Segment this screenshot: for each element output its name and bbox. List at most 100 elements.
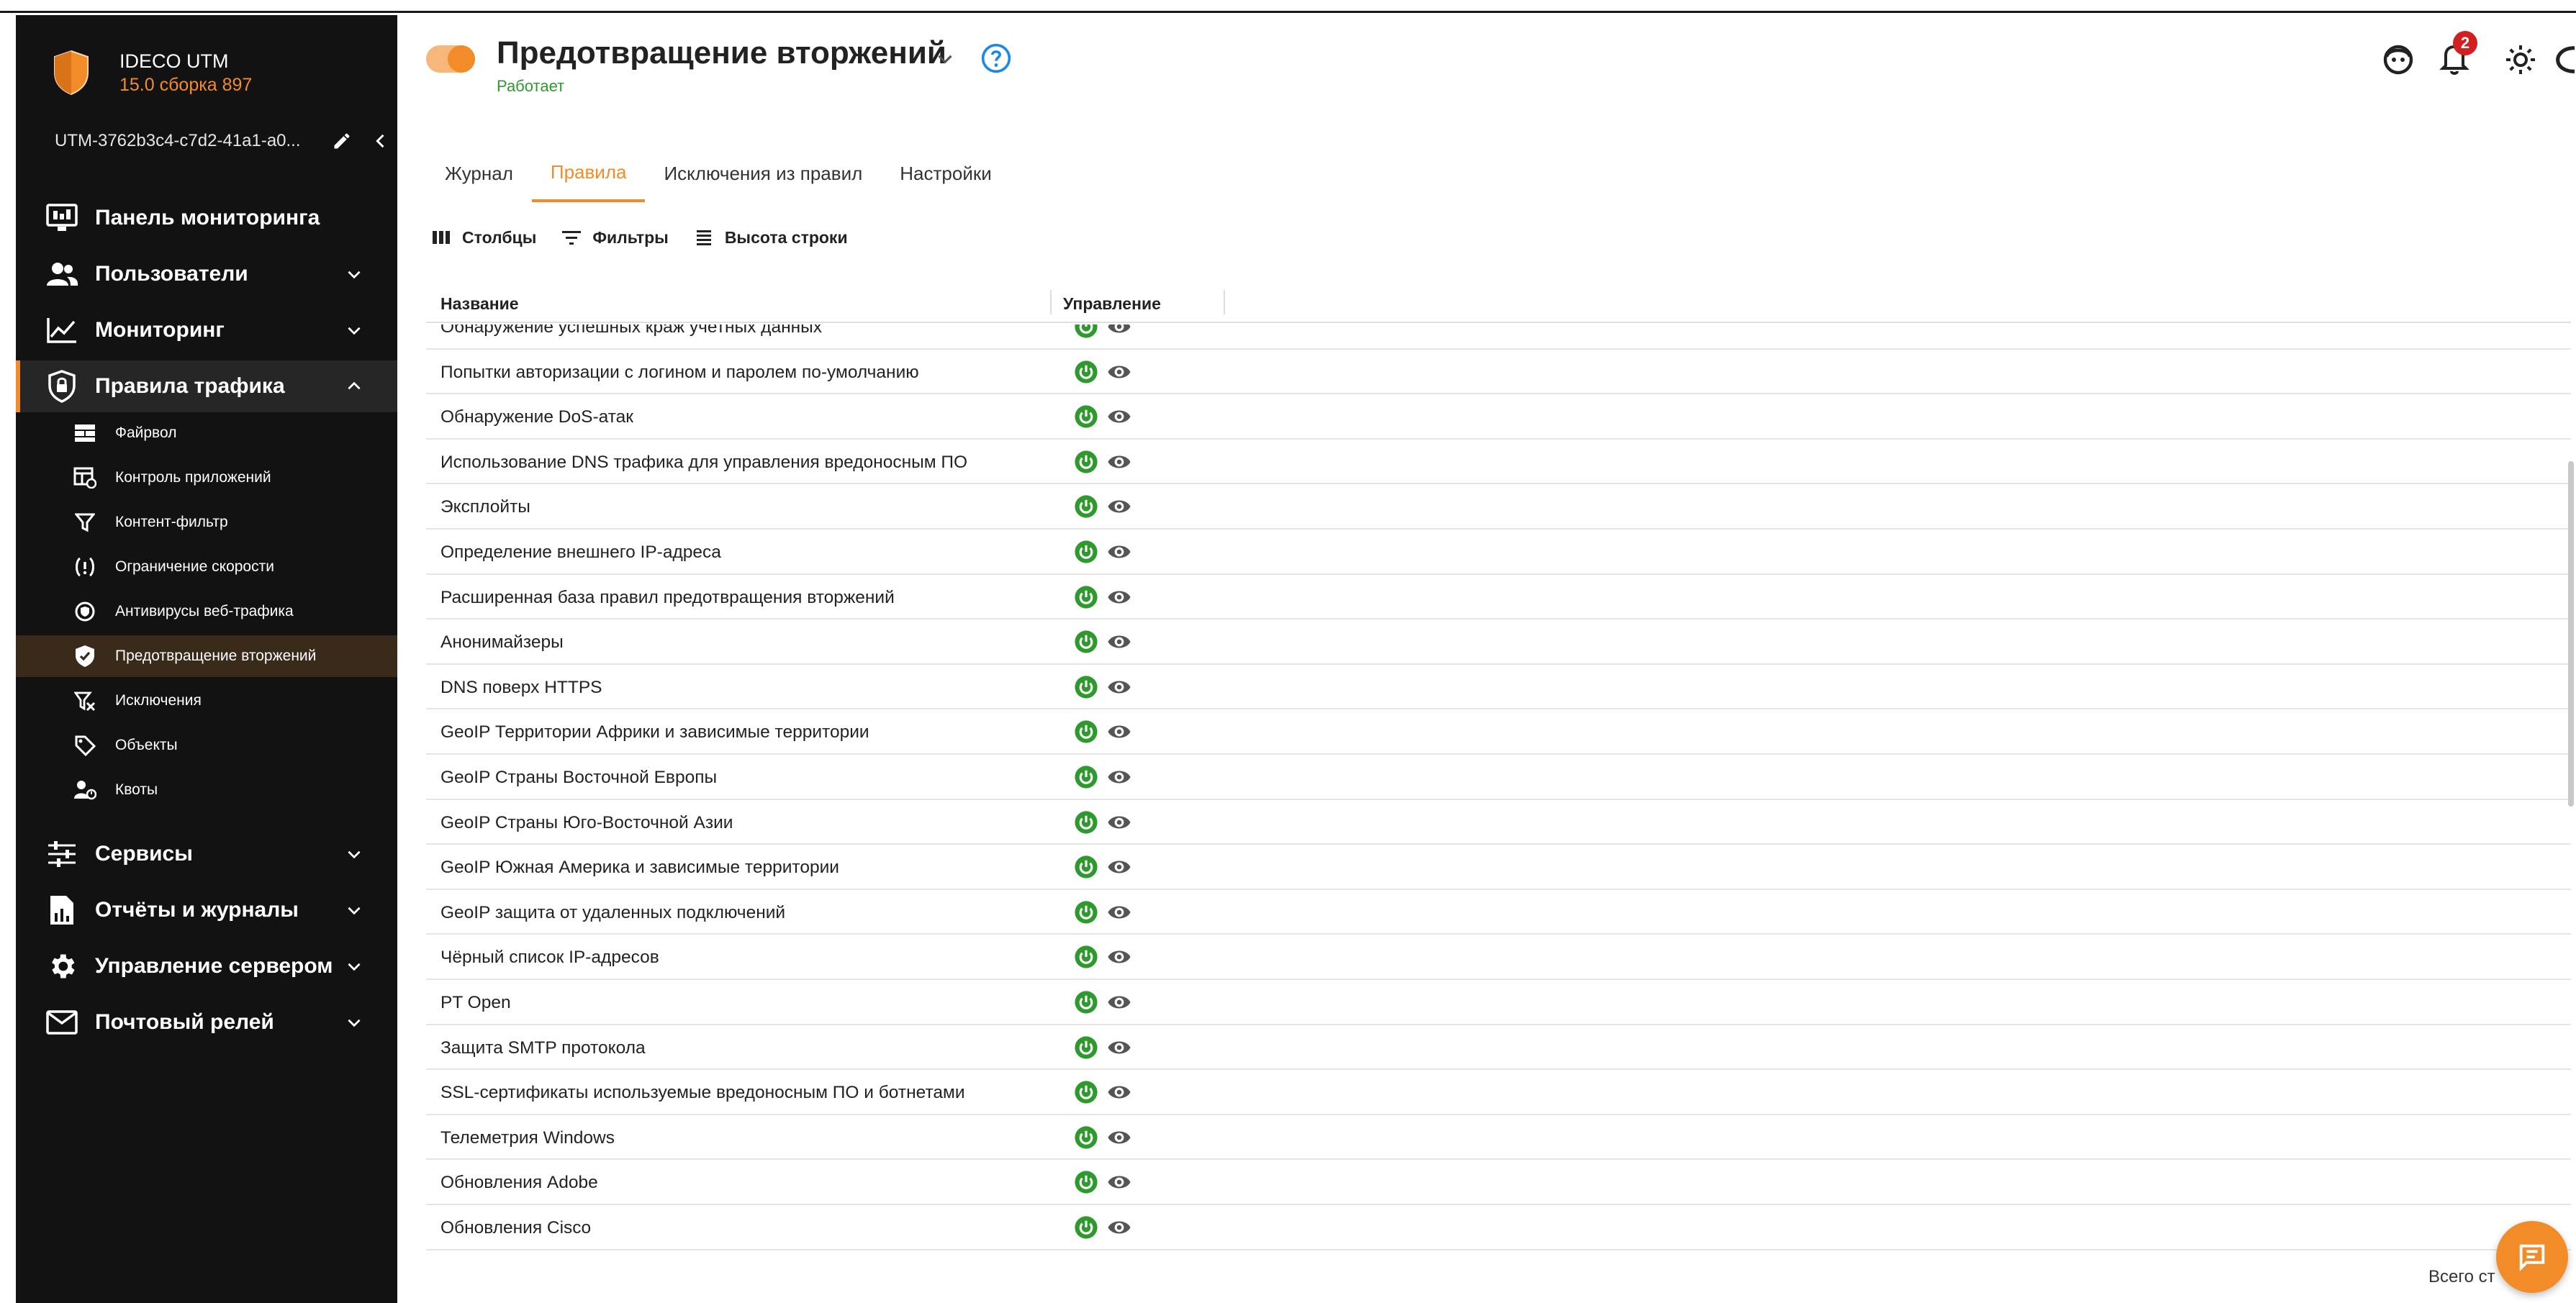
chevron-down-icon[interactable] <box>933 47 957 71</box>
table-row[interactable]: Обновления Adobe <box>426 1160 2571 1205</box>
eye-icon[interactable] <box>1107 406 1131 427</box>
table-row[interactable]: GeoIP Территории Африки и зависимые терр… <box>426 709 2571 755</box>
power-toggle-icon[interactable] <box>1074 1080 1098 1104</box>
theme-sun-icon[interactable] <box>2503 40 2538 80</box>
pencil-icon[interactable] <box>330 129 354 153</box>
eye-icon[interactable] <box>1107 324 1131 337</box>
nav-traffic-rules[interactable]: Правила трафика <box>16 360 397 412</box>
power-toggle-icon[interactable] <box>1074 630 1098 654</box>
table-row[interactable]: Чёрный список IP-адресов <box>426 935 2571 980</box>
eye-icon[interactable] <box>1107 631 1131 653</box>
power-toggle-icon[interactable] <box>1074 765 1098 789</box>
table-row[interactable]: GeoIP защита от удаленных подключений <box>426 890 2571 935</box>
table-row[interactable]: Обновления Cisco <box>426 1205 2571 1250</box>
power-toggle-icon[interactable] <box>1074 404 1098 429</box>
nav-sub-antivirus[interactable]: Антивирусы веб-трафика <box>16 591 397 632</box>
table-row[interactable]: Попытки авторизации с логином и паролем … <box>426 350 2571 395</box>
table-row[interactable]: Использование DNS трафика для управления… <box>426 440 2571 485</box>
vertical-scrollbar[interactable] <box>2568 461 2574 807</box>
nav-dashboard[interactable]: Панель мониторинга <box>16 192 397 244</box>
eye-icon[interactable] <box>1107 946 1131 968</box>
row-height-button[interactable]: Высота строки <box>693 227 848 248</box>
nav-services[interactable]: Сервисы <box>16 828 397 880</box>
column-header-control[interactable]: Управление <box>1063 294 1161 314</box>
eye-icon[interactable] <box>1107 991 1131 1013</box>
power-toggle-icon[interactable] <box>1074 675 1098 699</box>
support-icon[interactable] <box>2381 40 2415 80</box>
power-toggle-icon[interactable] <box>1074 1170 1098 1194</box>
nav-sub-content-filter[interactable]: Контент-фильтр <box>16 501 397 543</box>
eye-icon[interactable] <box>1107 361 1131 383</box>
eye-icon[interactable] <box>1107 1037 1131 1058</box>
power-toggle-icon[interactable] <box>1074 1215 1098 1240</box>
nav-sub-app-control[interactable]: Контроль приложений <box>16 457 397 499</box>
power-toggle-icon[interactable] <box>1074 1035 1098 1060</box>
table-row[interactable]: GeoIP Страны Восточной Европы <box>426 755 2571 800</box>
nav-sub-exclusions[interactable]: Исключения <box>16 680 397 722</box>
power-toggle-icon[interactable] <box>1074 1125 1098 1150</box>
power-toggle-icon[interactable] <box>1074 585 1098 609</box>
power-toggle-icon[interactable] <box>1074 900 1098 925</box>
eye-icon[interactable] <box>1107 766 1131 788</box>
eye-icon[interactable] <box>1107 812 1131 833</box>
eye-icon[interactable] <box>1107 496 1131 517</box>
column-header-name[interactable]: Название <box>440 294 519 314</box>
table-row[interactable]: SSL-сертификаты используемые вредоносным… <box>426 1070 2571 1115</box>
table-row[interactable]: PT Open <box>426 980 2571 1025</box>
nav-server-management[interactable]: Управление сервером <box>16 940 397 992</box>
nav-sub-objects[interactable]: Объекты <box>16 725 397 766</box>
nav-mail-relay[interactable]: Почтовый релей <box>16 996 397 1048</box>
eye-icon[interactable] <box>1107 1081 1131 1103</box>
eye-icon[interactable] <box>1107 1171 1131 1193</box>
table-row[interactable]: Обнаружение успешных краж учетных данных <box>426 324 2571 350</box>
power-toggle-icon[interactable] <box>1074 810 1098 835</box>
notifications-button[interactable]: 2 <box>2437 31 2477 80</box>
table-row[interactable]: Обнаружение DoS-атак <box>426 394 2571 440</box>
power-toggle-icon[interactable] <box>1074 719 1098 744</box>
eye-icon[interactable] <box>1107 676 1131 698</box>
nav-users[interactable]: Пользователи <box>16 248 397 300</box>
eye-icon[interactable] <box>1107 902 1131 923</box>
eye-icon[interactable] <box>1107 586 1131 608</box>
table-row[interactable]: Определение внешнего IP-адреса <box>426 530 2571 575</box>
chevron-left-icon[interactable] <box>369 129 393 153</box>
column-separator[interactable] <box>1050 290 1052 314</box>
power-toggle-icon[interactable] <box>1074 990 1098 1014</box>
table-row[interactable]: Защита SMTP протокола <box>426 1025 2571 1071</box>
columns-button[interactable]: Столбцы <box>430 227 536 248</box>
power-toggle-icon[interactable] <box>1074 855 1098 879</box>
tab-settings[interactable]: Настройки <box>881 145 1011 202</box>
eye-icon[interactable] <box>1107 451 1131 473</box>
table-row[interactable]: Телеметрия Windows <box>426 1115 2571 1161</box>
brand[interactable]: IDECO UTM 15.0 сборка 897 <box>52 37 252 109</box>
power-toggle-icon[interactable] <box>1074 494 1098 519</box>
eye-icon[interactable] <box>1107 721 1131 743</box>
power-toggle-icon[interactable] <box>1074 324 1098 339</box>
power-toggle-icon[interactable] <box>1074 540 1098 564</box>
nav-sub-firewall[interactable]: Файрвол <box>16 412 397 454</box>
table-row[interactable]: DNS поверх HTTPS <box>426 665 2571 710</box>
eye-icon[interactable] <box>1107 856 1131 878</box>
nav-sub-speed-limit[interactable]: Ограничение скорости <box>16 546 397 588</box>
power-toggle-icon[interactable] <box>1074 945 1098 969</box>
column-separator[interactable] <box>1224 290 1225 314</box>
power-toggle-icon[interactable] <box>1074 360 1098 384</box>
filters-button[interactable]: Фильтры <box>561 227 669 248</box>
power-icon[interactable] <box>2554 40 2575 80</box>
nav-reports[interactable]: Отчёты и журналы <box>16 884 397 936</box>
nav-sub-quotas[interactable]: Квоты <box>16 769 397 811</box>
module-toggle[interactable] <box>426 45 475 73</box>
tab-rule-exclusions[interactable]: Исключения из правил <box>645 145 881 202</box>
eye-icon[interactable] <box>1107 1127 1131 1148</box>
power-toggle-icon[interactable] <box>1074 450 1098 474</box>
help-icon[interactable] <box>980 42 1012 74</box>
eye-icon[interactable] <box>1107 1217 1131 1238</box>
nav-monitoring[interactable]: Мониторинг <box>16 304 397 356</box>
nav-sub-intrusion-prevention[interactable]: Предотвращение вторжений <box>16 635 397 677</box>
table-row[interactable]: Эксплойты <box>426 484 2571 530</box>
table-row[interactable]: GeoIP Южная Америка и зависимые территор… <box>426 845 2571 890</box>
table-row[interactable]: Расширенная база правил предотвращения в… <box>426 575 2571 620</box>
table-row[interactable]: GeoIP Страны Юго-Восточной Азии <box>426 800 2571 845</box>
tab-rules[interactable]: Правила <box>531 145 646 202</box>
table-row[interactable]: Анонимайзеры <box>426 619 2571 665</box>
